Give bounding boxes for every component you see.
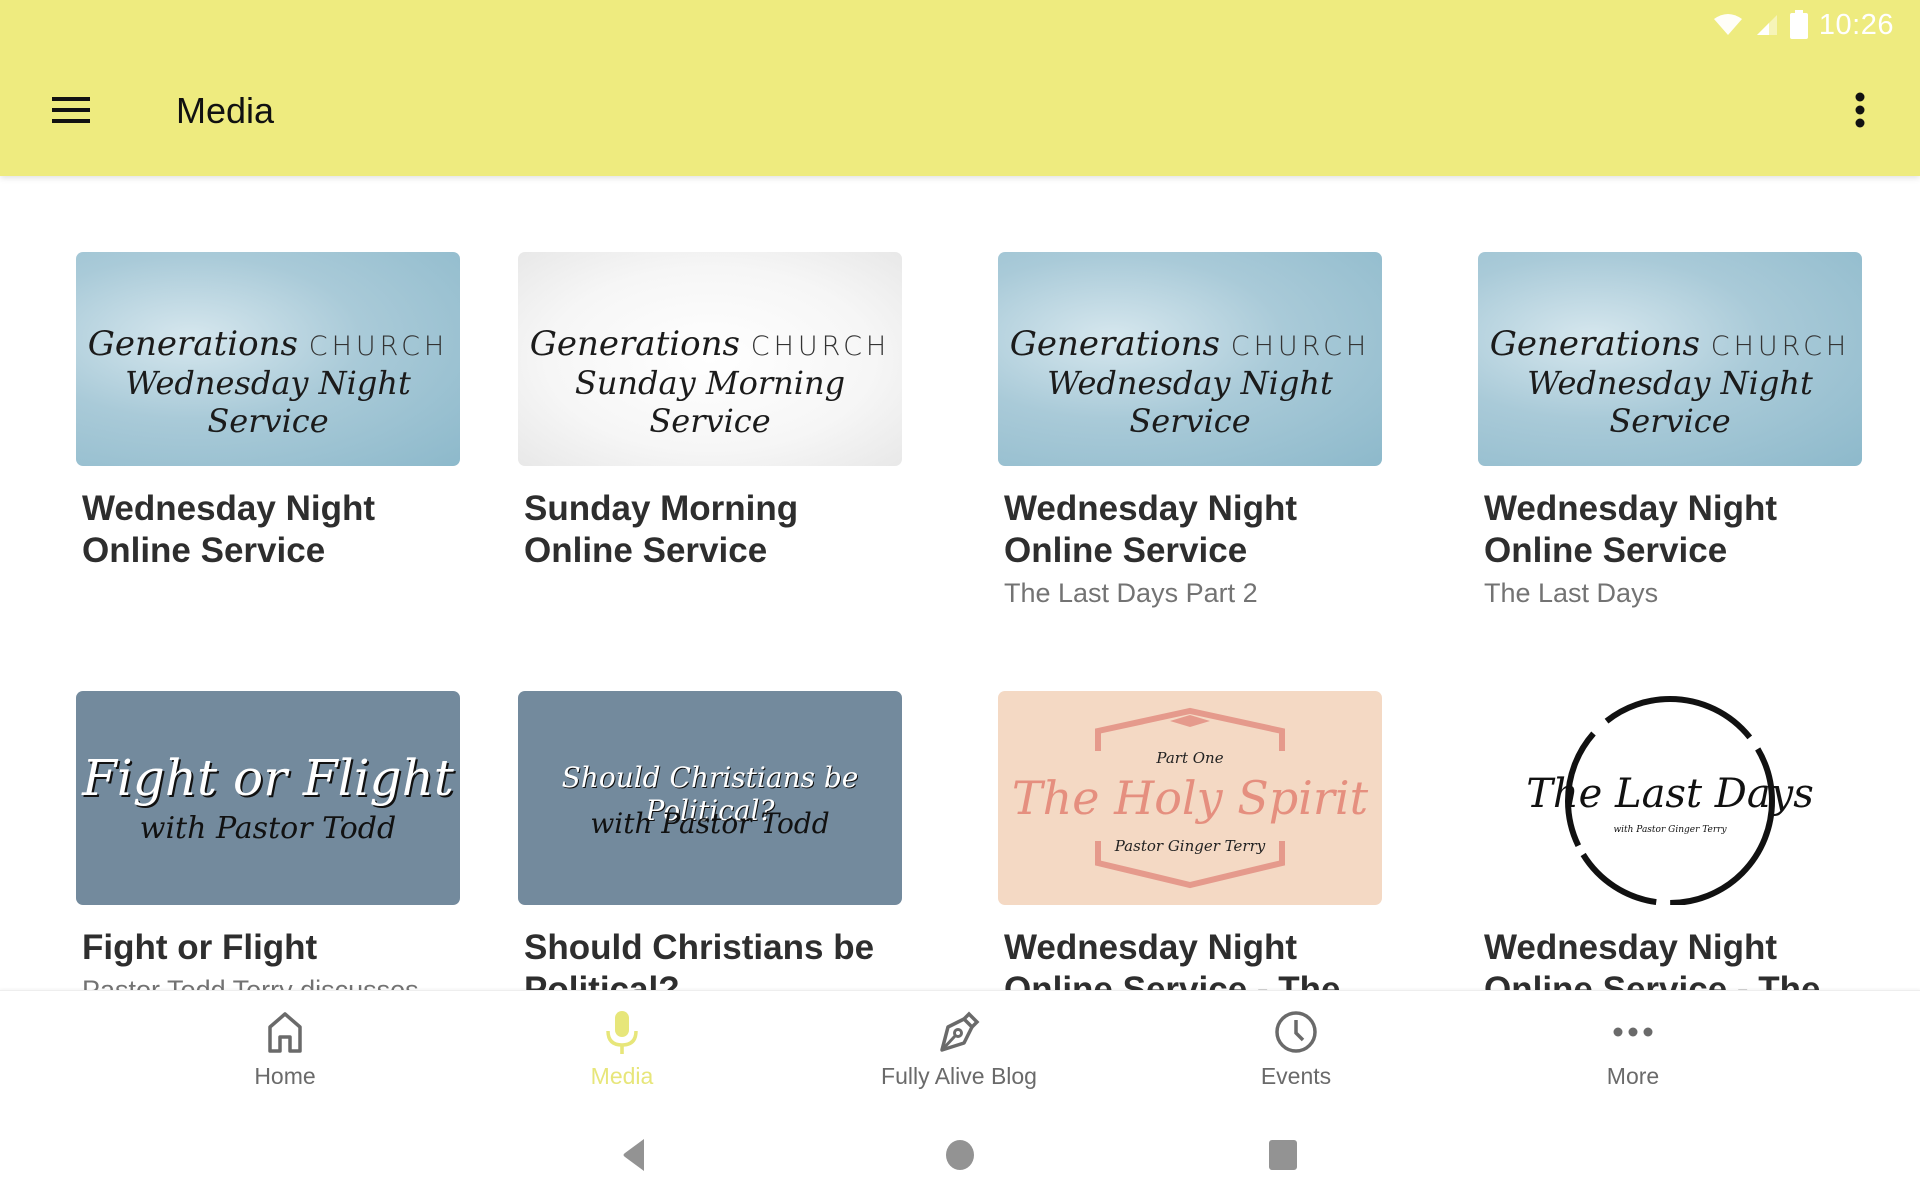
media-thumbnail: Should Christians be Political? with Pas… (518, 691, 902, 905)
media-title: Wednesday Night Online Service (82, 489, 376, 570)
thumbnail-text: Wednesday Night Service (125, 364, 411, 440)
thumbnail-text: The Holy Spirit (1011, 771, 1369, 825)
media-card[interactable]: Generations CHURCH Wednesday Night Servi… (998, 252, 1382, 609)
home-icon (266, 1009, 304, 1055)
hamburger-menu-icon (52, 95, 92, 130)
media-title: Wednesday Night Online Service - The (1004, 928, 1341, 990)
nav-tab-fully-alive-blog[interactable]: Fully Alive Blog (839, 991, 1079, 1101)
media-thumbnail: Fight or Flight with Pastor Todd (76, 691, 460, 905)
back-icon (622, 1138, 646, 1177)
nav-label: Media (590, 1063, 654, 1089)
media-grid: Generations CHURCH Wednesday Night Servi… (0, 176, 1920, 990)
media-title: Fight or Flight (82, 928, 318, 967)
media-card[interactable]: Generations CHURCH Wednesday Night Servi… (1478, 252, 1862, 609)
thumbnail-text: Generations CHURCH (1489, 324, 1851, 364)
thumbnail-text: Part One (1156, 749, 1224, 767)
cell-signal-icon (1753, 13, 1779, 37)
pen-nib-icon (938, 1009, 980, 1055)
media-title: Wednesday Night Online Service (1484, 489, 1778, 570)
page-title: Media (176, 90, 275, 131)
nav-label: Home (254, 1063, 316, 1089)
status-bar: 10:26 (1713, 8, 1894, 42)
nav-tab-more[interactable]: More (1513, 991, 1753, 1101)
media-subtitle: Pastor Todd Terry discusses (82, 975, 419, 990)
media-thumbnail: Generations CHURCH Wednesday Night Servi… (998, 252, 1382, 466)
system-recents-button[interactable] (1253, 1132, 1313, 1182)
media-title: Sunday Morning Online Service (524, 489, 799, 570)
nav-label: Events (1260, 1063, 1332, 1089)
app-bar: 10:26 Media (0, 0, 1920, 176)
more-horizontal-icon (1613, 1009, 1653, 1055)
media-card[interactable]: The Last Days with Pastor Ginger Terry W… (1478, 691, 1862, 990)
nav-tab-media[interactable]: Media (502, 991, 742, 1101)
thumbnail-text: Wednesday Night Service (1527, 364, 1813, 440)
thumbnail-text: Generations CHURCH (87, 324, 449, 364)
menu-button[interactable] (40, 82, 104, 142)
media-thumbnail: The Last Days with Pastor Ginger Terry (1478, 691, 1862, 905)
system-home-button[interactable] (930, 1132, 990, 1182)
clock-icon (1274, 1009, 1318, 1055)
wifi-icon (1713, 13, 1743, 37)
media-thumbnail: Part One The Holy Spirit Pastor Ginger T… (998, 691, 1382, 905)
home-circle-icon (945, 1139, 975, 1176)
nav-tab-events[interactable]: Events (1176, 991, 1416, 1101)
media-title: Wednesday Night Online Service (1004, 489, 1298, 570)
thumbnail-text: The Last Days (1526, 771, 1814, 817)
thumbnail-text: with Pastor Ginger Terry (1613, 825, 1727, 835)
thumbnail-text: Wednesday Night Service (1047, 364, 1333, 440)
battery-icon (1789, 10, 1809, 40)
thumbnail-text: with Pastor Todd (139, 811, 397, 846)
thumbnail-text: with Pastor Todd (590, 807, 830, 840)
nav-label: More (1606, 1063, 1660, 1089)
media-card[interactable]: Generations CHURCH Wednesday Night Servi… (76, 252, 460, 578)
app-screen: 10:26 Media Generations CHURCH Wednesday… (0, 0, 1920, 1200)
bottom-navigation: Home Media Fully Alive Blog Events More (0, 990, 1920, 1110)
nav-tab-home[interactable]: Home (165, 991, 405, 1101)
system-navigation-bar (0, 1110, 1920, 1200)
media-subtitle: The Last Days Part 2 (1004, 578, 1258, 608)
media-card[interactable]: Should Christians be Political? with Pas… (518, 691, 902, 990)
media-card[interactable]: Generations CHURCH Sunday Morning Servic… (518, 252, 902, 578)
media-title: Should Christians be Political? (524, 928, 875, 990)
microphone-icon (605, 1009, 639, 1055)
thumbnail-text: Sunday Morning Service (574, 364, 846, 440)
recents-icon (1268, 1139, 1298, 1176)
thumbnail-text: Fight or Flight (82, 749, 454, 807)
thumbnail-text: Generations CHURCH (529, 324, 891, 364)
thumbnail-text: Pastor Ginger Terry (1114, 837, 1266, 855)
media-thumbnail: Generations CHURCH Sunday Morning Servic… (518, 252, 902, 466)
media-subtitle: The Last Days (1484, 578, 1659, 608)
media-thumbnail: Generations CHURCH Wednesday Night Servi… (1478, 252, 1862, 466)
thumbnail-text: Generations CHURCH (1009, 324, 1371, 364)
media-card[interactable]: Part One The Holy Spirit Pastor Ginger T… (998, 691, 1382, 990)
overflow-menu-button[interactable] (1830, 82, 1890, 142)
media-title: Wednesday Night Online Service - The (1484, 928, 1821, 990)
media-card[interactable]: Fight or Flight with Pastor Todd Fight o… (76, 691, 460, 990)
media-thumbnail: Generations CHURCH Wednesday Night Servi… (76, 252, 460, 466)
more-vertical-icon (1854, 92, 1866, 133)
nav-label: Fully Alive Blog (881, 1063, 1037, 1089)
system-back-button[interactable] (604, 1132, 664, 1182)
status-time: 10:26 (1818, 8, 1894, 41)
